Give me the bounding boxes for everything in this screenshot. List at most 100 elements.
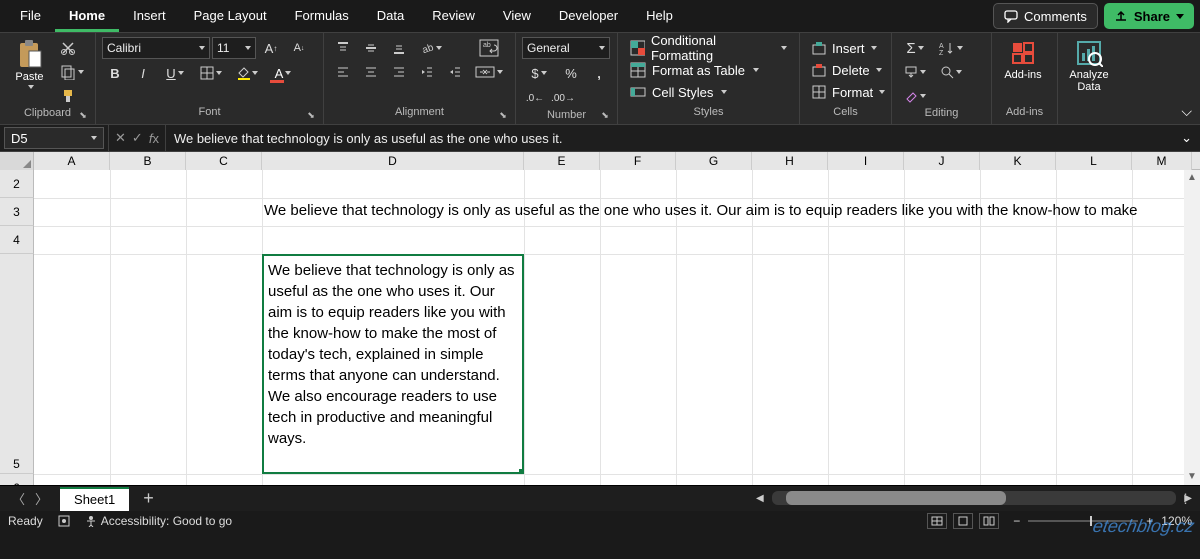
scroll-up-button[interactable]: ▲ [1184, 170, 1200, 186]
comments-button[interactable]: Comments [993, 3, 1098, 29]
next-sheet-button[interactable]: 〉 [35, 489, 48, 508]
wrap-text-button[interactable]: ab [474, 37, 504, 59]
tab-insert[interactable]: Insert [119, 0, 180, 32]
sheet-tab-active[interactable]: Sheet1 [60, 487, 129, 511]
column-header-H[interactable]: H [752, 152, 828, 170]
cell-D3[interactable]: We believe that technology is only as us… [262, 198, 1200, 226]
scroll-down-button[interactable]: ▼ [1184, 469, 1200, 485]
align-middle-button[interactable] [358, 37, 384, 59]
row-header-3[interactable]: 3 [0, 198, 34, 226]
dialog-launcher-icon[interactable]: ⬊ [305, 110, 317, 122]
macro-record-icon[interactable] [57, 514, 71, 528]
increase-decimal-button[interactable]: .0← [522, 87, 548, 109]
cell-styles-button[interactable]: Cell Styles [624, 81, 733, 103]
tab-developer[interactable]: Developer [545, 0, 632, 32]
tab-formulas[interactable]: Formulas [281, 0, 363, 32]
delete-cells-button[interactable]: Delete [806, 59, 888, 81]
tab-view[interactable]: View [489, 0, 545, 32]
conditional-formatting-button[interactable]: Conditional Formatting [624, 37, 793, 59]
insert-cells-button[interactable]: Insert [806, 37, 883, 59]
autosum-button[interactable]: Σ [898, 37, 932, 59]
align-right-button[interactable] [386, 61, 412, 83]
tab-home[interactable]: Home [55, 0, 119, 32]
align-center-button[interactable] [358, 61, 384, 83]
row-header-2[interactable]: 2 [0, 170, 34, 198]
column-header-J[interactable]: J [904, 152, 980, 170]
zoom-out-button[interactable]: − [1013, 514, 1020, 528]
cancel-formula-button[interactable]: ✕ [115, 130, 126, 146]
align-bottom-button[interactable] [386, 37, 412, 59]
align-top-button[interactable] [330, 37, 356, 59]
worksheet-grid[interactable]: ABCDEFGHIJKLM 23456 We believe that tech… [0, 152, 1200, 485]
page-layout-view-button[interactable] [953, 513, 973, 529]
font-color-button[interactable]: A [266, 62, 300, 84]
formula-input[interactable]: We believe that technology is only as us… [166, 131, 1173, 146]
column-header-F[interactable]: F [600, 152, 676, 170]
copy-button[interactable] [55, 61, 89, 83]
fill-button[interactable] [898, 61, 932, 83]
column-header-L[interactable]: L [1056, 152, 1132, 170]
dialog-launcher-icon[interactable]: ⬊ [497, 110, 509, 122]
bold-button[interactable]: B [102, 62, 128, 84]
zoom-level[interactable]: 120% [1161, 514, 1192, 528]
new-sheet-button[interactable]: + [129, 488, 168, 509]
row-header-6[interactable]: 6 [0, 474, 34, 485]
column-header-A[interactable]: A [34, 152, 110, 170]
cell-D5-selected[interactable]: We believe that technology is only as us… [262, 254, 524, 474]
select-all-button[interactable] [0, 152, 34, 170]
tab-page-layout[interactable]: Page Layout [180, 0, 281, 32]
column-header-C[interactable]: C [186, 152, 262, 170]
share-button[interactable]: Share [1104, 3, 1194, 29]
decrease-decimal-button[interactable]: .00→ [550, 87, 576, 109]
italic-button[interactable]: I [130, 62, 156, 84]
zoom-slider[interactable] [1028, 520, 1138, 522]
column-header-D[interactable]: D [262, 152, 524, 170]
increase-font-button[interactable]: A↑ [258, 37, 284, 59]
borders-button[interactable] [194, 62, 228, 84]
merge-button[interactable] [474, 61, 504, 83]
find-select-button[interactable] [934, 61, 968, 83]
normal-view-button[interactable] [927, 513, 947, 529]
number-format-combo[interactable]: General [522, 37, 610, 59]
vertical-scrollbar[interactable]: ▲▼ [1184, 170, 1200, 485]
dialog-launcher-icon[interactable]: ⬊ [77, 110, 89, 122]
zoom-in-button[interactable]: + [1146, 514, 1153, 528]
prev-sheet-button[interactable]: 〈 [12, 489, 25, 508]
column-header-M[interactable]: M [1132, 152, 1192, 170]
column-header-I[interactable]: I [828, 152, 904, 170]
column-header-G[interactable]: G [676, 152, 752, 170]
cells-area[interactable]: We believe that technology is only as us… [34, 170, 1200, 485]
tab-data[interactable]: Data [363, 0, 418, 32]
zoom-control[interactable]: − + 120% [1013, 514, 1192, 528]
font-size-combo[interactable]: 11 [212, 37, 256, 59]
format-painter-button[interactable] [55, 85, 81, 107]
analyze-data-button[interactable]: Analyze Data [1064, 37, 1114, 103]
accessibility-status[interactable]: Accessibility: Good to go [85, 514, 232, 528]
decrease-indent-button[interactable] [414, 61, 440, 83]
cut-button[interactable] [55, 37, 81, 59]
scroll-right-button[interactable]: ▶ [1182, 493, 1194, 504]
sort-filter-button[interactable]: AZ [934, 37, 968, 59]
page-break-view-button[interactable] [979, 513, 999, 529]
horizontal-scrollbar[interactable]: ◀ ▶ [754, 490, 1194, 506]
underline-button[interactable]: U [158, 62, 192, 84]
row-header-5[interactable]: 5 [0, 254, 34, 474]
addins-button[interactable]: Add-ins [998, 37, 1048, 103]
fx-button[interactable]: fx [149, 131, 159, 146]
scroll-left-button[interactable]: ◀ [754, 493, 766, 504]
name-box[interactable]: D5 [4, 127, 104, 149]
tab-help[interactable]: Help [632, 0, 687, 32]
percent-button[interactable]: % [558, 62, 584, 84]
increase-indent-button[interactable] [442, 61, 468, 83]
row-header-4[interactable]: 4 [0, 226, 34, 254]
orientation-button[interactable]: ab [414, 37, 448, 59]
comma-button[interactable]: , [586, 62, 612, 84]
currency-button[interactable]: $ [522, 62, 556, 84]
column-header-K[interactable]: K [980, 152, 1056, 170]
enter-formula-button[interactable]: ✓ [132, 130, 143, 146]
expand-formula-bar-button[interactable]: ⌄ [1173, 130, 1200, 146]
paste-button[interactable]: Paste [6, 37, 53, 103]
column-header-B[interactable]: B [110, 152, 186, 170]
font-name-combo[interactable]: Calibri [102, 37, 210, 59]
decrease-font-button[interactable]: A↓ [286, 37, 312, 59]
